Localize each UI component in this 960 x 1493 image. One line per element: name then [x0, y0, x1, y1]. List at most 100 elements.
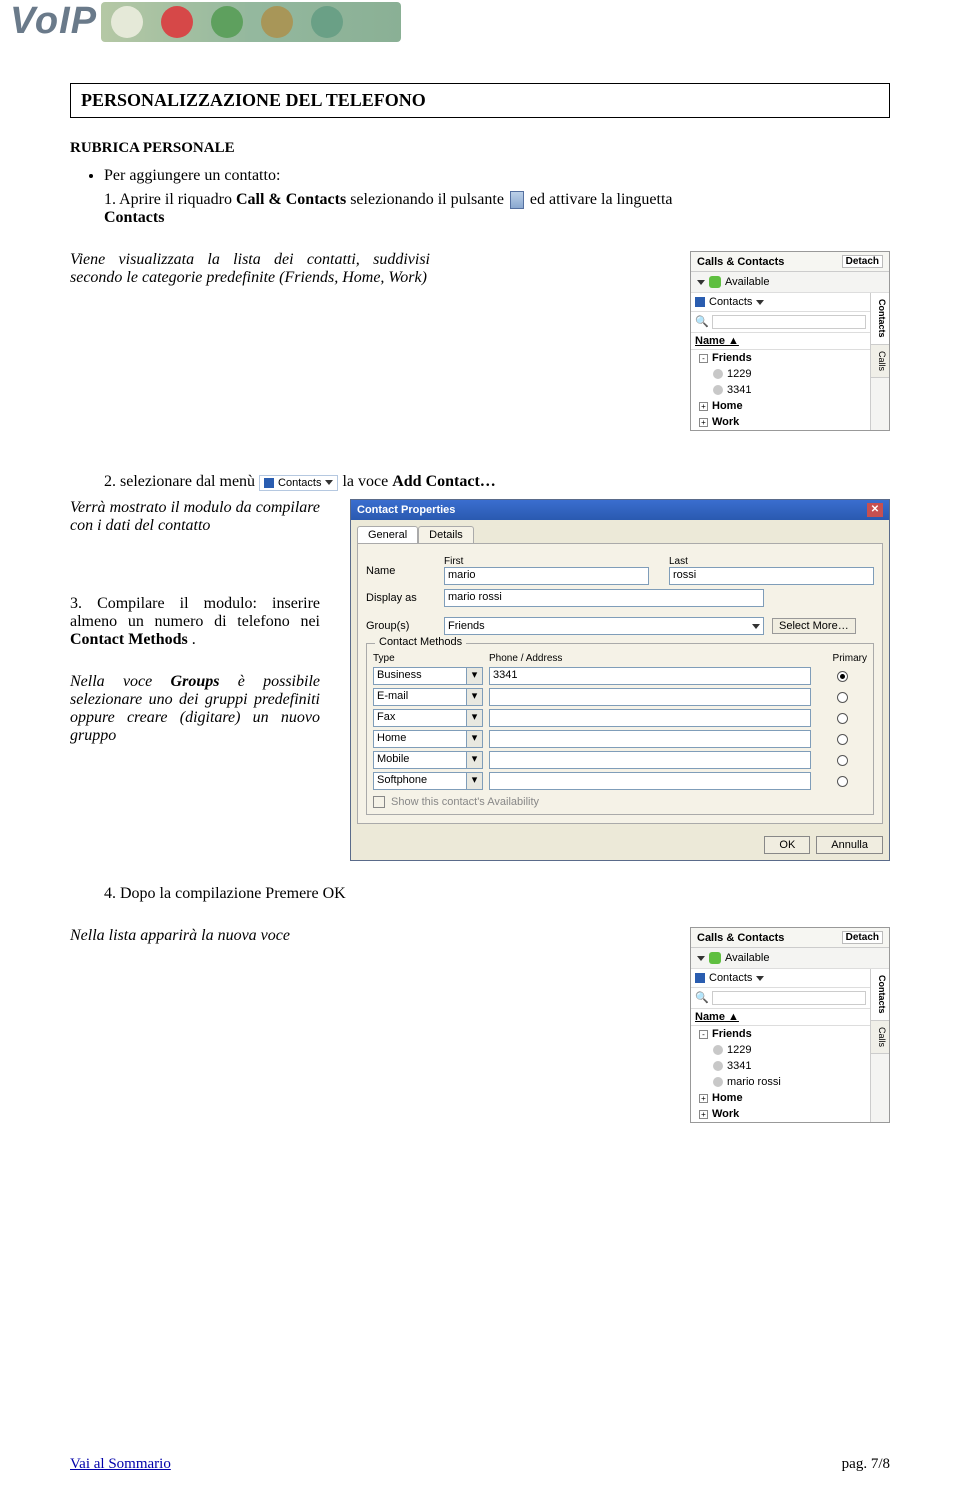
sidetab-calls[interactable]: Calls: [871, 345, 889, 378]
chevron-down-icon: [697, 280, 705, 285]
cm-value-input[interactable]: 3341: [489, 667, 811, 685]
tree-group[interactable]: +Home: [691, 398, 870, 414]
panel-titlebar: Calls & Contacts Detach: [691, 928, 889, 948]
expander-icon[interactable]: -: [699, 1030, 708, 1039]
presence-available-icon: [709, 952, 721, 964]
chevron-down-icon[interactable]: ▾: [467, 688, 483, 706]
step3: 3. Compilare il modulo: inserire almeno …: [70, 595, 320, 649]
expander-icon[interactable]: +: [699, 1094, 708, 1103]
availability-label: Show this contact's Availability: [391, 796, 539, 808]
contacts-menu-button[interactable]: Contacts: [259, 475, 338, 491]
tab-general[interactable]: General: [357, 526, 418, 543]
contact-method-row: Business▾ 3341: [373, 667, 867, 685]
tree-contact-label: 1229: [727, 368, 751, 380]
cm-primary-radio[interactable]: [837, 671, 848, 682]
close-icon[interactable]: ✕: [867, 503, 883, 517]
last-input[interactable]: rossi: [669, 567, 874, 585]
status-text: Available: [725, 276, 769, 288]
tree-group-label: Home: [712, 1092, 743, 1104]
tab-details[interactable]: Details: [418, 526, 474, 543]
cm-value-input[interactable]: [489, 730, 811, 748]
first-input[interactable]: mario: [444, 567, 649, 585]
contacts-dropdown[interactable]: Contacts: [691, 293, 870, 312]
tree-group[interactable]: -Friends: [691, 350, 870, 366]
sidetab-calls[interactable]: Calls: [871, 1021, 889, 1054]
cm-value-input[interactable]: [489, 751, 811, 769]
cm-value-input[interactable]: [489, 688, 811, 706]
cm-value-input[interactable]: [489, 709, 811, 727]
availability-checkbox[interactable]: [373, 796, 385, 808]
contacts-icon: [695, 297, 705, 307]
step3-bold: Contact Methods: [70, 631, 188, 648]
step2-text-post: la voce: [342, 473, 392, 490]
cm-primary-radio[interactable]: [837, 713, 848, 724]
search-input[interactable]: [712, 315, 866, 329]
ok-button[interactable]: OK: [764, 836, 810, 854]
cm-type-header: Type: [373, 653, 483, 664]
expander-icon[interactable]: +: [699, 418, 708, 427]
tree-group[interactable]: -Friends: [691, 1026, 870, 1042]
detach-button[interactable]: Detach: [842, 931, 883, 944]
tree-contact[interactable]: 1229: [691, 366, 870, 382]
cm-type-select[interactable]: Home: [373, 730, 467, 748]
chevron-down-icon: [697, 956, 705, 961]
cm-primary-radio[interactable]: [837, 734, 848, 745]
cm-type-select[interactable]: Mobile: [373, 751, 467, 769]
name-label: Name: [366, 565, 436, 577]
cm-type-select[interactable]: Fax: [373, 709, 467, 727]
expander-icon[interactable]: +: [699, 1110, 708, 1119]
tree-group[interactable]: + Home: [691, 1090, 870, 1106]
chevron-down-icon[interactable]: ▾: [467, 751, 483, 769]
cm-primary-radio[interactable]: [837, 692, 848, 703]
subsection-heading: RUBRICA PERSONALE: [70, 140, 890, 157]
chevron-down-icon[interactable]: ▾: [467, 730, 483, 748]
name-column-header[interactable]: Name ▲: [691, 333, 870, 350]
display-as-input[interactable]: mario rossi: [444, 589, 764, 607]
cm-type-select[interactable]: Softphone: [373, 772, 467, 790]
step1: 1. Aprire il riquadro Call & Contacts se…: [104, 191, 890, 227]
contact-method-row: Fax▾: [373, 709, 867, 727]
sidetab-contacts[interactable]: Contacts: [871, 293, 889, 345]
cm-primary-radio[interactable]: [837, 776, 848, 787]
tree-contact[interactable]: mario rossi: [691, 1074, 870, 1090]
step1-bold2: Contacts: [104, 209, 164, 226]
cm-type-select[interactable]: Business: [373, 667, 467, 685]
section-heading-box: PERSONALIZZAZIONE DEL TELEFONO: [70, 83, 890, 118]
contacts-menu-label: Contacts: [278, 477, 321, 489]
footer-link[interactable]: Vai al Sommario: [70, 1456, 171, 1473]
tree-contact[interactable]: 3341: [691, 382, 870, 398]
chevron-down-icon[interactable]: ▾: [467, 772, 483, 790]
tree-group[interactable]: +Work: [691, 1106, 870, 1122]
section-heading: PERSONALIZZAZIONE DEL TELEFONO: [81, 90, 426, 110]
cm-primary-radio[interactable]: [837, 755, 848, 766]
detach-button[interactable]: Detach: [842, 255, 883, 268]
status-text: Available: [725, 952, 769, 964]
groups-select[interactable]: Friends: [444, 617, 764, 635]
sidetab-contacts[interactable]: Contacts: [871, 969, 889, 1021]
expander-icon[interactable]: -: [699, 354, 708, 363]
tree-group-label: Work: [712, 416, 739, 428]
cm-type-select[interactable]: E-mail: [373, 688, 467, 706]
select-more-button[interactable]: Select More…: [772, 618, 856, 634]
contacts-dropdown-label: Contacts: [709, 296, 752, 308]
chevron-down-icon[interactable]: ▾: [467, 709, 483, 727]
name-column-header[interactable]: Name ▲: [691, 1009, 870, 1026]
search-input[interactable]: [712, 991, 866, 1005]
tree-group[interactable]: + Work: [691, 414, 870, 430]
step1-bold1: Call & Contacts: [236, 191, 346, 208]
status-row[interactable]: Available: [691, 948, 889, 969]
chevron-down-icon[interactable]: ▾: [467, 667, 483, 685]
expander-icon[interactable]: +: [699, 402, 708, 411]
tree-contact[interactable]: 3341: [691, 1058, 870, 1074]
person-icon: [713, 1077, 723, 1087]
contact-method-row: Home▾: [373, 730, 867, 748]
logo-text: VoIP: [10, 0, 97, 43]
cm-phone-header: Phone / Address: [489, 653, 811, 664]
cm-value-input[interactable]: [489, 772, 811, 790]
contacts-dropdown[interactable]: Contacts: [691, 969, 870, 988]
tree-contact[interactable]: 1229: [691, 1042, 870, 1058]
cancel-button[interactable]: Annulla: [816, 836, 883, 854]
status-row[interactable]: Available: [691, 272, 889, 293]
contact-properties-dialog: Contact Properties ✕ General Details Nam…: [350, 499, 890, 861]
computer-icon: [211, 6, 243, 38]
